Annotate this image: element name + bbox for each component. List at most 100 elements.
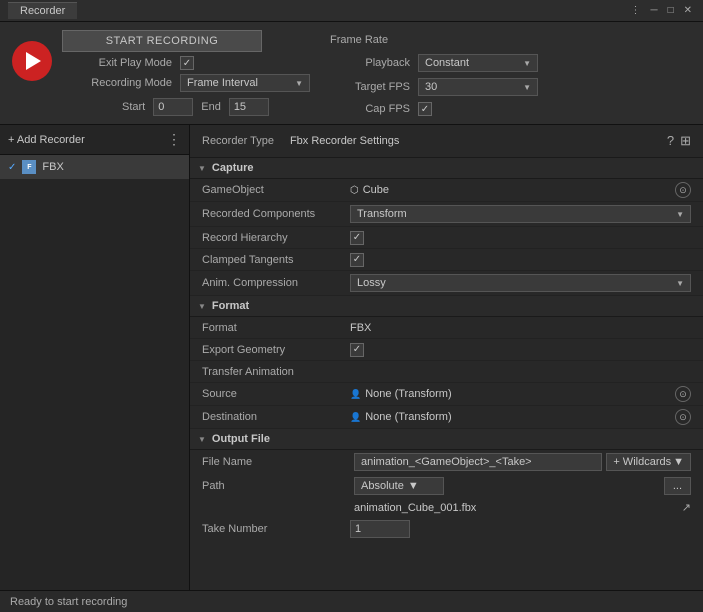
anim-compression-dropdown[interactable]: Lossy ▼	[350, 274, 691, 292]
wildcards-arrow-icon: ▼	[673, 456, 684, 468]
source-select-button[interactable]: ⊙	[675, 386, 691, 402]
recorder-type-row: Recorder Type Fbx Recorder Settings ? ⊞	[190, 125, 703, 158]
recording-mode-label: Recording Mode	[62, 77, 172, 89]
filepath-row: animation_Cube_001.fbx ↗	[190, 498, 703, 517]
anim-compression-value: Lossy ▼	[350, 274, 691, 292]
add-recorder-button[interactable]: + Add Recorder	[8, 134, 85, 146]
recorder-type-value: Fbx Recorder Settings	[274, 135, 667, 147]
transfer-animation-label: Transfer Animation	[202, 366, 350, 378]
window-controls: ⋮ ─ □ ✕	[627, 4, 695, 17]
output-file-triangle-icon: ▼	[198, 435, 206, 444]
capture-section-label: Capture	[212, 162, 254, 174]
take-number-value	[350, 520, 691, 538]
cube-icon: ⬡	[350, 185, 359, 196]
start-label: Start	[122, 101, 145, 113]
status-bar: Ready to start recording	[0, 590, 703, 612]
file-name-label: File Name	[202, 456, 350, 468]
cap-fps-label: Cap FPS	[330, 103, 410, 115]
start-end-row: Start End	[12, 98, 310, 116]
export-geometry-value: ✓	[350, 343, 691, 357]
playback-row: Playback Constant ▼	[330, 54, 538, 72]
record-button-row: START RECORDING Exit Play Mode ✓ Recordi…	[12, 30, 310, 92]
recorded-components-arrow-icon: ▼	[676, 210, 684, 219]
output-file-section-label: Output File	[212, 433, 270, 445]
destination-value: 👤 None (Transform) ⊙	[350, 409, 691, 425]
path-label: Path	[202, 480, 350, 492]
playback-label: Playback	[330, 57, 410, 69]
clamped-tangents-value: ✓	[350, 253, 691, 267]
exit-play-mode-label: Exit Play Mode	[62, 57, 172, 69]
top-right-panel: Frame Rate Playback Constant ▼ Target FP…	[330, 30, 538, 116]
end-input[interactable]	[229, 98, 269, 116]
layout-icon[interactable]: ⊞	[680, 133, 691, 149]
end-label: End	[201, 101, 221, 113]
record-play-button[interactable]	[12, 41, 52, 81]
format-value: FBX	[350, 322, 691, 334]
file-name-row: File Name + Wildcards ▼	[190, 450, 703, 474]
record-hierarchy-label: Record Hierarchy	[202, 232, 350, 244]
open-external-icon[interactable]: ↗	[682, 501, 691, 514]
content-area: Recorder Type Fbx Recorder Settings ? ⊞ …	[190, 125, 703, 590]
minimize-button[interactable]: ─	[647, 4, 660, 17]
sidebar: + Add Recorder ⋮ ✓ F FBX	[0, 125, 190, 590]
record-hierarchy-value: ✓	[350, 231, 691, 245]
format-section-header[interactable]: ▼ Format	[190, 296, 703, 317]
playback-dropdown[interactable]: Constant ▼	[418, 54, 538, 72]
target-fps-arrow-icon: ▼	[523, 83, 531, 92]
start-input[interactable]	[153, 98, 193, 116]
anim-compression-arrow-icon: ▼	[676, 279, 684, 288]
format-row: Format FBX	[190, 317, 703, 339]
recording-mode-arrow-icon: ▼	[295, 79, 303, 88]
status-text: Ready to start recording	[10, 596, 127, 608]
top-controls-panel: START RECORDING Exit Play Mode ✓ Recordi…	[0, 22, 703, 125]
take-number-input[interactable]	[350, 520, 410, 538]
menu-dots[interactable]: ⋮	[627, 4, 643, 17]
browse-path-button[interactable]: ...	[664, 477, 691, 495]
format-section-label: Format	[212, 300, 249, 312]
take-number-row: Take Number	[190, 517, 703, 541]
export-geometry-row: Export Geometry ✓	[190, 339, 703, 361]
recorded-components-label: Recorded Components	[202, 208, 350, 220]
format-triangle-icon: ▼	[198, 302, 206, 311]
fbx-recorder-item[interactable]: ✓ F FBX	[0, 155, 189, 179]
anim-compression-row: Anim. Compression Lossy ▼	[190, 271, 703, 296]
capture-section-header[interactable]: ▼ Capture	[190, 158, 703, 179]
close-button[interactable]: ✕	[681, 4, 695, 17]
start-recording-button[interactable]: START RECORDING	[62, 30, 262, 52]
recorder-type-label: Recorder Type	[202, 135, 274, 147]
fbx-recorder-label: FBX	[42, 161, 63, 173]
format-label: Format	[202, 322, 350, 334]
gameobject-label: GameObject	[202, 184, 350, 196]
recorder-type-icons: ? ⊞	[667, 133, 691, 149]
destination-label: Destination	[202, 411, 350, 423]
sidebar-menu-icon[interactable]: ⋮	[167, 131, 181, 148]
wildcards-button[interactable]: + Wildcards ▼	[606, 453, 691, 471]
record-hierarchy-checkbox[interactable]: ✓	[350, 231, 364, 245]
cap-fps-checkbox[interactable]: ✓	[418, 102, 432, 116]
path-row: Path Absolute ▼ ...	[190, 474, 703, 498]
destination-person-icon: 👤	[350, 412, 361, 423]
clamped-tangents-row: Clamped Tangents ✓	[190, 249, 703, 271]
help-icon[interactable]: ?	[667, 133, 674, 149]
exit-play-mode-row: Exit Play Mode ✓	[62, 56, 310, 70]
path-dropdown[interactable]: Absolute ▼	[354, 477, 444, 495]
maximize-button[interactable]: □	[665, 4, 677, 17]
capture-triangle-icon: ▼	[198, 164, 206, 173]
recorder-tab[interactable]: Recorder	[8, 2, 77, 19]
gameobject-value: ⬡ Cube ⊙	[350, 182, 691, 198]
file-name-input[interactable]	[354, 453, 602, 471]
recording-mode-dropdown[interactable]: Frame Interval ▼	[180, 74, 310, 92]
source-value: 👤 None (Transform) ⊙	[350, 386, 691, 402]
frame-rate-title: Frame Rate	[330, 34, 538, 48]
take-number-label: Take Number	[202, 523, 350, 535]
exit-play-mode-checkbox[interactable]: ✓	[180, 56, 194, 70]
output-file-section-header[interactable]: ▼ Output File	[190, 429, 703, 450]
recorded-components-dropdown[interactable]: Transform ▼	[350, 205, 691, 223]
destination-select-button[interactable]: ⊙	[675, 409, 691, 425]
recorded-components-value: Transform ▼	[350, 205, 691, 223]
target-fps-dropdown[interactable]: 30 ▼	[418, 78, 538, 96]
export-geometry-checkbox[interactable]: ✓	[350, 343, 364, 357]
clamped-tangents-checkbox[interactable]: ✓	[350, 253, 364, 267]
gameobject-select-button[interactable]: ⊙	[675, 182, 691, 198]
title-bar: Recorder ⋮ ─ □ ✕	[0, 0, 703, 22]
